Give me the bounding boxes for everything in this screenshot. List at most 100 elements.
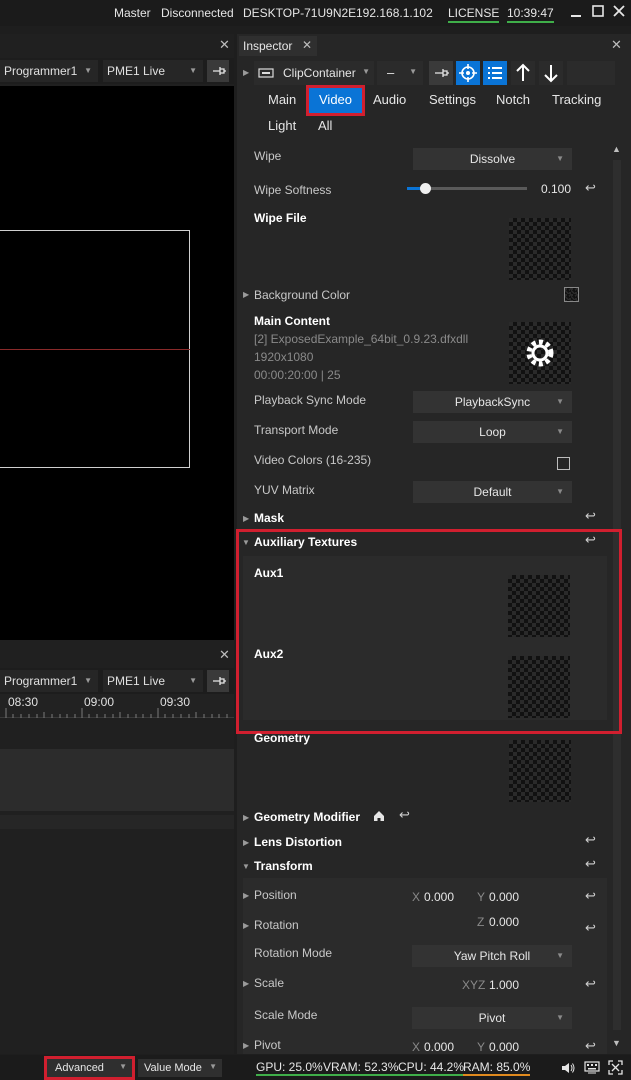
license-button[interactable]: LICENSE (448, 6, 500, 23)
position-y-value[interactable]: 0.000 (489, 890, 519, 904)
geometry-thumbnail[interactable] (509, 740, 571, 802)
collapse-icon[interactable]: ▼ (242, 538, 250, 547)
tick-label: 09:30 (160, 695, 191, 709)
close-icon[interactable] (613, 5, 625, 17)
yuv-matrix-dropdown[interactable]: Default ▼ (413, 481, 572, 503)
expand-icon[interactable]: ▶ (243, 891, 249, 900)
auxiliary-textures-label[interactable]: Auxiliary Textures (254, 535, 357, 549)
expand-icon[interactable]: ▶ (243, 813, 249, 822)
tab-video[interactable]: Video (309, 88, 362, 113)
yuv-matrix-label: YUV Matrix (254, 483, 315, 497)
tab-all[interactable]: All (318, 118, 332, 133)
tab-light[interactable]: Light (268, 118, 296, 133)
expand-icon[interactable]: ▶ (243, 1041, 249, 1050)
wipe-softness-slider[interactable] (407, 183, 527, 194)
timeline-pin-button[interactable] (207, 670, 229, 692)
expand-icon[interactable]: ▶ (243, 290, 249, 299)
aux2-thumbnail[interactable] (508, 656, 570, 718)
expand-icon[interactable]: ▶ (243, 514, 249, 523)
scroll-up-icon[interactable]: ▲ (612, 144, 621, 154)
expand-icon[interactable]: ▶ (243, 68, 249, 77)
collapse-icon[interactable]: ▼ (242, 862, 250, 871)
scale-xyz-value[interactable]: 1.000 (489, 978, 519, 992)
reset-icon[interactable]: ↩ (585, 508, 596, 524)
rotation-z-value[interactable]: 0.000 (489, 915, 519, 929)
main-content-thumbnail[interactable] (509, 322, 571, 384)
expand-icon[interactable]: ▶ (243, 838, 249, 847)
tab-tracking[interactable]: Tracking (552, 92, 601, 107)
inspector-tab-close-icon[interactable]: ✕ (302, 38, 312, 52)
lens-distortion-label[interactable]: Lens Distortion (254, 835, 342, 849)
mask-label[interactable]: Mask (254, 511, 284, 525)
tab-settings[interactable]: Settings (429, 92, 476, 107)
preview-viewport[interactable] (0, 86, 234, 640)
reset-icon[interactable]: ↩ (585, 180, 596, 196)
programmer-dropdown[interactable]: Programmer1 ▼ (0, 60, 98, 82)
clock: 10:39:47 (507, 6, 554, 23)
value-mode-dropdown[interactable]: Value Mode ▼ (138, 1059, 222, 1077)
pivot-x-value[interactable]: 0.000 (424, 1040, 454, 1054)
video-colors-checkbox[interactable] (557, 457, 570, 470)
aux1-thumbnail[interactable] (508, 575, 570, 637)
target-secondary-dropdown[interactable]: – ▼ (377, 61, 423, 85)
speaker-icon[interactable] (561, 1062, 575, 1074)
reset-icon[interactable]: ↩ (585, 832, 596, 848)
rotation-mode-dropdown[interactable]: Yaw Pitch Roll ▼ (412, 945, 572, 967)
role-label: Master (114, 6, 151, 20)
transform-label[interactable]: Transform (254, 859, 313, 873)
playback-sync-mode-dropdown[interactable]: PlaybackSync ▼ (413, 391, 572, 413)
pin-button[interactable] (207, 60, 229, 82)
scroll-down-icon[interactable]: ▼ (612, 1038, 621, 1048)
wipe-dropdown[interactable]: Dissolve ▼ (413, 148, 572, 170)
tab-main[interactable]: Main (268, 92, 296, 107)
keyboard-icon[interactable] (584, 1060, 600, 1075)
fullscreen-icon[interactable] (608, 1060, 623, 1075)
position-x-label: X (412, 890, 421, 904)
vram-meter: VRAM: 52.3% (323, 1060, 399, 1076)
maximize-icon[interactable] (592, 5, 604, 17)
move-down-button[interactable] (539, 61, 563, 85)
target-lock-button[interactable] (456, 61, 480, 85)
wipe-file-thumbnail[interactable] (509, 218, 571, 280)
close-timeline-icon[interactable]: ✕ (219, 647, 230, 663)
home-icon[interactable] (373, 810, 385, 822)
expand-icon[interactable]: ▶ (243, 979, 249, 988)
reset-icon[interactable]: ↩ (585, 532, 596, 548)
timeline-ruler[interactable]: 08:30 09:00 09:30 (0, 694, 234, 718)
transport-mode-dropdown[interactable]: Loop ▼ (413, 421, 572, 443)
inspector-pin-button[interactable] (429, 61, 453, 85)
ip-address: 192.168.1.102 (356, 6, 433, 20)
geometry-modifier-label[interactable]: Geometry Modifier (254, 810, 360, 824)
inspector-close-icon[interactable]: ✕ (611, 37, 622, 53)
pivot-y-value[interactable]: 0.000 (489, 1040, 519, 1054)
timeline-live-dropdown[interactable]: PME1 Live ▼ (103, 670, 203, 692)
timeline-programmer-dropdown[interactable]: Programmer1 ▼ (0, 670, 98, 692)
reset-icon[interactable]: ↩ (585, 856, 596, 872)
reset-icon[interactable]: ↩ (585, 888, 596, 904)
reset-icon[interactable]: ↩ (399, 807, 410, 823)
move-up-button[interactable] (511, 61, 535, 85)
cpu-meter: CPU: 44.2% (398, 1060, 465, 1076)
minimize-icon[interactable] (570, 6, 582, 18)
timeline-programmer-value: Programmer1 (4, 674, 78, 688)
timeline-track[interactable] (0, 749, 234, 811)
list-view-button[interactable] (483, 61, 507, 85)
target-dropdown[interactable]: ClipContainer ▼ (254, 61, 374, 85)
expand-icon[interactable]: ▶ (243, 921, 249, 930)
scale-mode-dropdown[interactable]: Pivot ▼ (412, 1007, 572, 1029)
tab-notch[interactable]: Notch (496, 92, 530, 107)
live-dropdown[interactable]: PME1 Live ▼ (103, 60, 203, 82)
reset-icon[interactable]: ↩ (585, 976, 596, 992)
mode-dropdown[interactable]: Advanced ▼ (47, 1059, 132, 1077)
close-panel-icon[interactable]: ✕ (219, 37, 230, 53)
geometry-label: Geometry (254, 731, 311, 745)
container-icon (258, 67, 274, 79)
position-x-value[interactable]: 0.000 (424, 890, 454, 904)
inspector-tab[interactable]: Inspector ✕ (239, 36, 317, 56)
tab-audio[interactable]: Audio (373, 92, 406, 107)
reset-icon[interactable]: ↩ (585, 920, 596, 936)
slider-handle[interactable] (420, 183, 431, 194)
background-color-swatch[interactable] (564, 287, 579, 302)
wipe-softness-value[interactable]: 0.100 (541, 182, 571, 196)
reset-icon[interactable]: ↩ (585, 1038, 596, 1054)
